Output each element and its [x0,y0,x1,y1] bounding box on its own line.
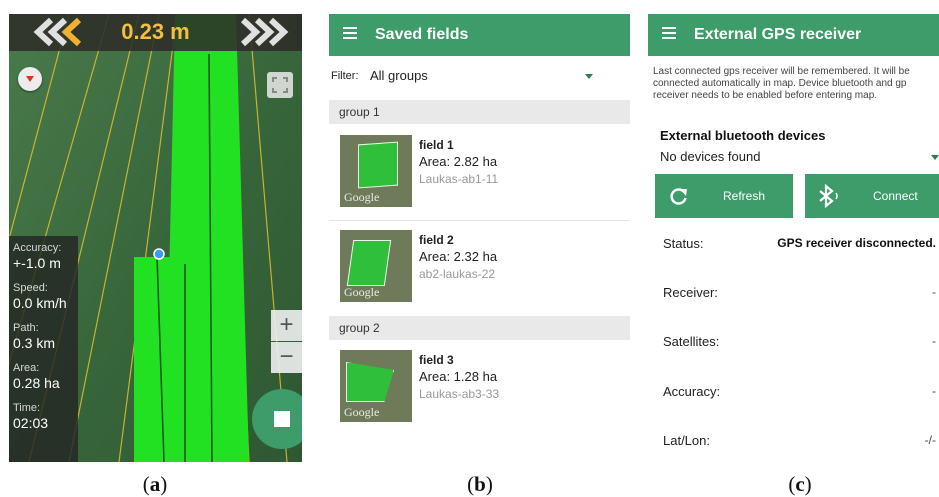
stat-label: Accuracy: [13,242,62,254]
field-name: field 1 [419,138,454,152]
section-title: External bluetooth devices [660,128,826,143]
list-item[interactable]: Google field 3 Area: 1.28 ha Laukas-ab3-… [329,346,630,438]
field-id: Laukas-ab1-11 [419,172,499,186]
divider [329,220,630,221]
refresh-button[interactable]: Refresh [655,174,793,218]
saved-fields-screen: Saved fields Filter: All groups group 1 … [329,14,630,462]
stat-label: Time: [13,402,41,414]
list-item[interactable]: Google field 2 Area: 2.32 ha ab2-laukas-… [329,226,630,318]
field-id: Laukas-ab3-33 [419,387,500,401]
receiver-row: Receiver: - [663,285,936,300]
group-header: group 2 [329,316,630,340]
refresh-icon [670,188,687,205]
group-header: group 1 [329,100,630,124]
bluetooth-icon [819,184,838,208]
stat-label: Speed: [13,282,48,294]
dropdown-arrow-icon[interactable] [931,155,939,160]
filter-label: Filter: [331,70,359,82]
field-name: field 3 [419,353,454,367]
menu-icon[interactable] [662,27,676,39]
chevrons-right-icon[interactable] [233,14,295,51]
stat-value: 0.0 km/h [13,295,67,311]
stat-label: Path: [13,322,39,334]
description: Last connected gps receiver will be reme… [653,66,910,101]
app-bar: External GPS receiver [648,14,939,56]
stat-value: 0.28 ha [13,375,60,391]
connect-button[interactable]: Connect [805,174,939,218]
field-area: Area: 1.28 ha [419,369,498,384]
caption-c: (c) [788,472,812,496]
zoom-out-button[interactable]: − [271,342,302,373]
status-row: Status: GPS receiver disconnected. [663,236,936,251]
device-select[interactable]: No devices found [660,149,760,164]
guidance-bar: 0.23 m [9,14,302,51]
connect-label: Connect [873,189,918,203]
expand-icon[interactable] [267,72,293,98]
compass-icon[interactable] [18,67,42,91]
app-bar: Saved fields [329,14,630,56]
stats-panel: Accuracy: +-1.0 m Speed: 0.0 km/h Path: … [9,236,78,462]
gps-receiver-screen: External GPS receiver Last connected gps… [648,14,939,462]
stat-label: Area: [13,362,40,374]
page-title: Saved fields [375,26,469,43]
stat-value: 0.3 km [13,335,56,351]
caption-a: (a) [142,472,168,496]
map-screen: 0.23 m Accuracy: +-1.0 m Speed: 0.0 km/h… [9,14,302,462]
stat-value: 02:03 [13,415,49,431]
zoom-in-button[interactable]: + [271,310,302,341]
latlon-row: Lat/Lon: -/- [663,433,936,448]
accuracy-row: Accuracy: - [663,384,936,399]
refresh-label: Refresh [723,189,766,203]
field-thumbnail: Google [340,230,412,302]
field-thumbnail: Google [340,135,412,207]
list-item[interactable]: Google field 1 Area: 2.82 ha Laukas-ab1-… [329,131,630,223]
stop-icon [274,411,290,427]
field-area: Area: 2.32 ha [419,249,498,264]
stat-value: +-1.0 m [13,255,61,271]
field-id: ab2-laukas-22 [419,267,496,281]
caption-b: (b) [467,472,493,496]
status-value: GPS receiver disconnected. [777,236,936,250]
field-name: field 2 [419,233,454,247]
menu-icon[interactable] [343,27,357,39]
field-thumbnail: Google [340,350,412,422]
dropdown-arrow-icon[interactable] [585,74,593,79]
position-marker [153,248,165,260]
group-filter[interactable]: Filter: All groups [329,64,630,92]
field-area: Area: 2.82 ha [419,154,498,169]
satellites-row: Satellites: - [663,334,936,349]
page-title: External GPS receiver [694,26,862,43]
filter-select[interactable]: All groups [370,68,428,83]
